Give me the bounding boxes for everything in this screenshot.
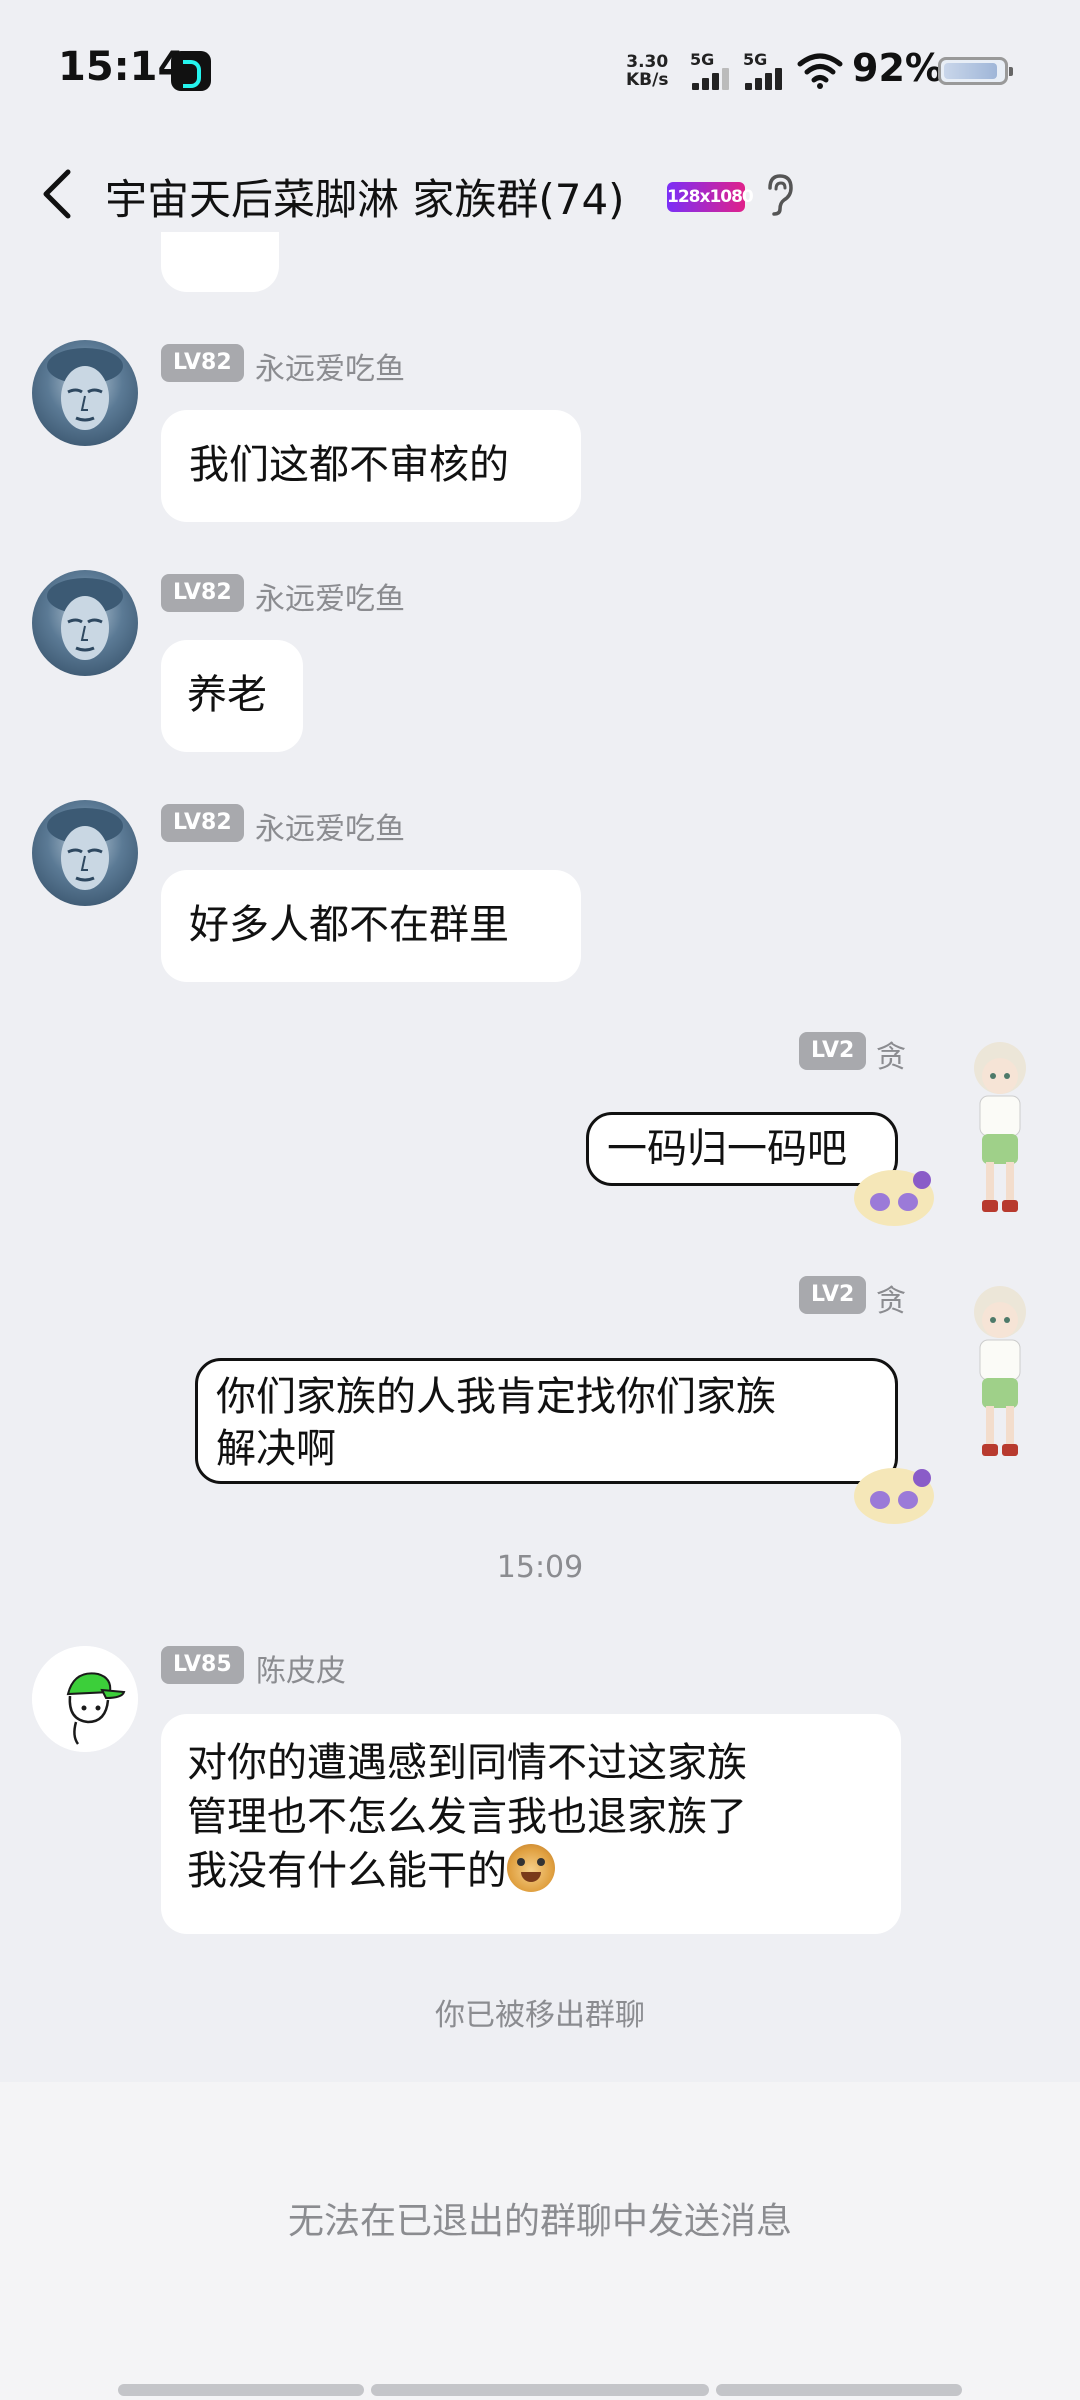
- avatar[interactable]: [32, 800, 138, 906]
- battery-icon: [938, 57, 1013, 85]
- cannot-send-notice: 无法在已退出的群聊中发送消息: [287, 2201, 792, 2242]
- level-badge: LV82: [161, 344, 244, 382]
- nav-bar-segment[interactable]: [371, 2384, 709, 2396]
- message-text-line: 对你的遭遇感到同情不过这家族: [187, 1740, 747, 1786]
- network-speed-value: 3.30: [626, 52, 669, 72]
- sender-name[interactable]: 永远爱吃鱼: [255, 574, 405, 618]
- bottom-notice-panel: 无法在已退出的群聊中发送消息: [0, 2082, 1080, 2400]
- message-text-line: 管理也不怎么发言我也退家族了: [187, 1794, 747, 1840]
- sender-name[interactable]: 永远爱吃鱼: [255, 344, 405, 388]
- sim1-label: 5G: [690, 50, 715, 69]
- system-message: 你已被移出群聊: [435, 1998, 645, 2033]
- message-text: 我们这都不审核的: [189, 442, 509, 488]
- tiktok-icon: [171, 51, 211, 91]
- network-speed: 3.30 KB/s: [626, 53, 668, 89]
- message-bubble[interactable]: 你们家族的人我肯定找你们家族 解决啊: [195, 1358, 898, 1484]
- avatar[interactable]: [32, 1646, 138, 1752]
- level-badge: LV2: [799, 1032, 867, 1070]
- avatar[interactable]: [950, 1038, 1050, 1228]
- avatar[interactable]: [950, 1282, 1050, 1472]
- message-bubble[interactable]: 好多人都不在群里: [161, 870, 581, 982]
- bubble-decoration-icon: [854, 1170, 934, 1226]
- avatar[interactable]: [32, 340, 138, 446]
- battery-fill: [944, 63, 998, 79]
- sender-name[interactable]: 贪: [876, 1276, 906, 1320]
- status-time: 15:14: [58, 44, 186, 90]
- level-badge: LV2: [799, 1276, 867, 1314]
- avatar[interactable]: [32, 570, 138, 676]
- message-bubble[interactable]: 养老: [161, 640, 303, 752]
- sender-name[interactable]: 陈皮皮: [256, 1646, 346, 1690]
- message-timestamp: 15:09: [496, 1550, 584, 1585]
- bubble-decoration-icon: [854, 1468, 934, 1524]
- message-bubble[interactable]: 我们这都不审核的: [161, 410, 581, 522]
- chevron-left-icon[interactable]: [34, 164, 84, 224]
- dog-emoji-icon: [507, 1844, 555, 1892]
- nav-bar-segment[interactable]: [716, 2384, 962, 2396]
- ear-icon[interactable]: [762, 172, 796, 218]
- sender-name[interactable]: 永远爱吃鱼: [255, 804, 405, 848]
- level-badge: LV82: [161, 804, 244, 842]
- message-text-line: 你们家族的人我肯定找你们家族: [216, 1374, 776, 1420]
- message-text: 养老: [187, 672, 267, 718]
- sender-name[interactable]: 贪: [876, 1032, 906, 1076]
- wifi-icon: [797, 53, 843, 89]
- message-text: 一码归一码吧: [607, 1126, 847, 1172]
- group-badge: 128x1080: [667, 182, 754, 212]
- level-badge: LV82: [161, 574, 244, 612]
- message-text-line: 我没有什么能干的: [187, 1848, 507, 1894]
- nav-bar-segment[interactable]: [118, 2384, 364, 2396]
- message-text: 好多人都不在群里: [189, 902, 509, 948]
- status-bar: 15:14 3.30 KB/s 5G 5G 92%: [0, 0, 1080, 140]
- sim2-label: 5G: [743, 50, 768, 69]
- network-speed-unit: KB/s: [626, 70, 669, 90]
- battery-percent: 92%: [852, 46, 943, 90]
- group-title[interactable]: 宇宙天后菜脚淋 家族群(74): [105, 166, 625, 227]
- message-text-line: 解决啊: [216, 1426, 336, 1472]
- level-badge: LV85: [161, 1646, 244, 1684]
- message-bubble-partial: [161, 232, 279, 292]
- message-bubble[interactable]: 对你的遭遇感到同情不过这家族 管理也不怎么发言我也退家族了 我没有什么能干的: [161, 1714, 901, 1934]
